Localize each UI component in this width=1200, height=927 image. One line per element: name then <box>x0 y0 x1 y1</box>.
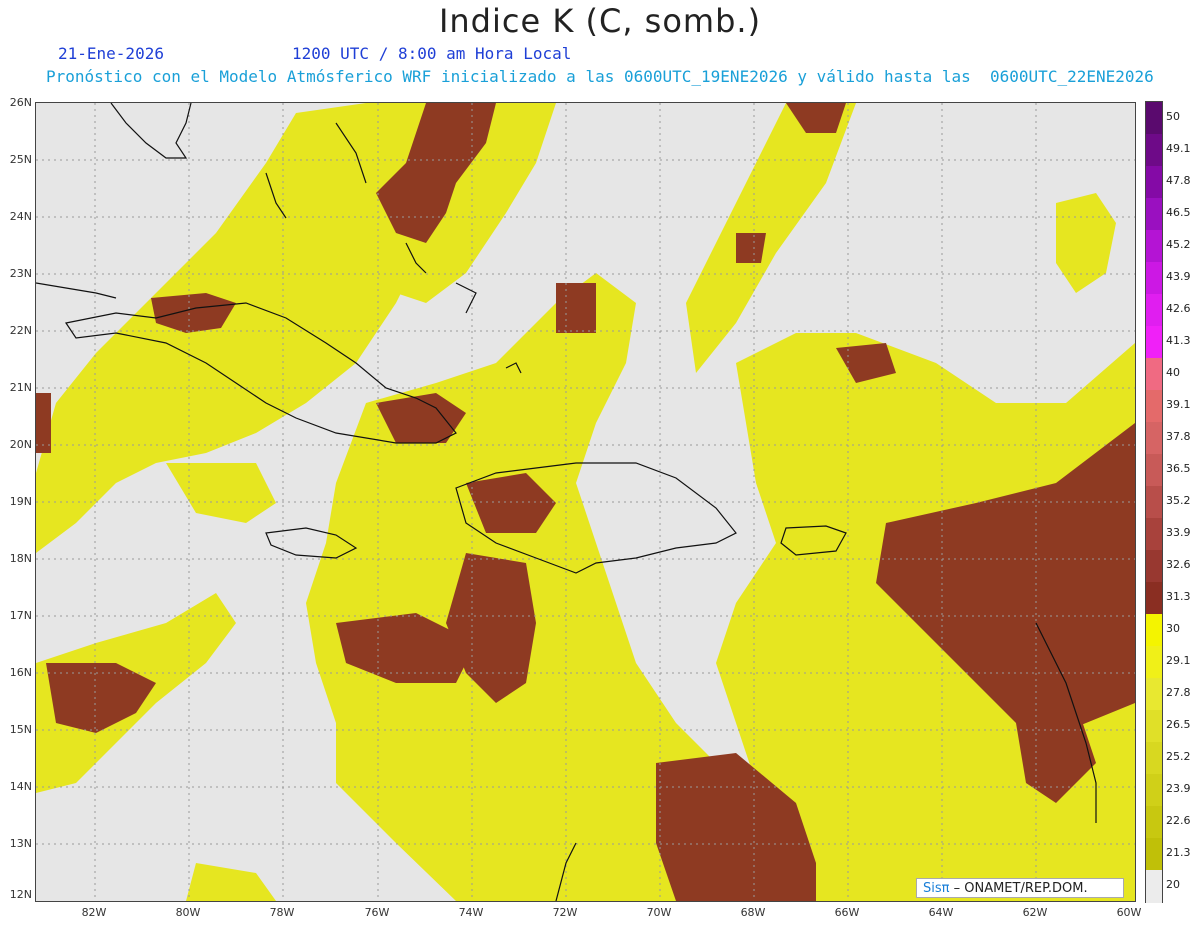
credit-box: Sisπ – ONAMET/REP.DOM. <box>916 878 1124 898</box>
colorbar-segment <box>1146 806 1162 839</box>
lon-label: 76W <box>364 906 390 919</box>
field-sw-south <box>186 863 276 901</box>
colorbar-segment <box>1146 486 1162 519</box>
forecast-date: 21-Ene-2026 <box>58 44 164 63</box>
colorbar-label: 22.6 <box>1166 814 1191 827</box>
field-west-islands <box>166 463 276 523</box>
lon-label: 68W <box>740 906 766 919</box>
lat-label: 20N <box>9 438 32 451</box>
colorbar-segment <box>1146 390 1162 423</box>
colorbar-segment <box>1146 582 1162 615</box>
lat-label: 25N <box>9 153 32 166</box>
map-frame <box>35 102 1136 902</box>
forecast-description: Pronóstico con el Modelo Atmósferico WRF… <box>46 67 1154 86</box>
lat-label: 15N <box>9 723 32 736</box>
colorbar-label: 46.5 <box>1166 206 1191 219</box>
colorbar-segment <box>1146 774 1162 807</box>
colorbar-segment <box>1146 422 1162 455</box>
yellow-fields <box>36 103 1135 901</box>
colorbar-label: 26.5 <box>1166 718 1191 731</box>
lon-label: 80W <box>175 906 201 919</box>
cell-cuba-south <box>556 283 596 333</box>
lat-label: 18N <box>9 552 32 565</box>
coast-florida <box>110 103 192 159</box>
lat-label: 14N <box>9 780 32 793</box>
colorbar-label: 39.1 <box>1166 398 1191 411</box>
colorbar-label: 37.8 <box>1166 430 1191 443</box>
colorbar-label: 40 <box>1166 366 1180 379</box>
colorbar-label: 41.3 <box>1166 334 1191 347</box>
colorbar-segment <box>1146 358 1162 391</box>
colorbar <box>1145 101 1163 903</box>
colorbar-label: 29.1 <box>1166 654 1191 667</box>
colorbar-segment <box>1146 742 1162 775</box>
lon-label: 66W <box>834 906 860 919</box>
lon-label: 62W <box>1022 906 1048 919</box>
colorbar-segment <box>1146 838 1162 871</box>
lon-label: 82W <box>81 906 107 919</box>
colorbar-segment <box>1146 230 1162 263</box>
colorbar-segment <box>1146 646 1162 679</box>
colorbar-label: 47.8 <box>1166 174 1191 187</box>
coast-yucatan <box>36 282 117 299</box>
lat-label: 19N <box>9 495 32 508</box>
colorbar-segment <box>1146 166 1162 199</box>
colorbar-segment <box>1146 870 1162 903</box>
colorbar-segment <box>1146 102 1162 135</box>
credit-sis: Sisπ <box>923 881 950 896</box>
field-ne-corner <box>1056 193 1116 293</box>
lat-label: 23N <box>9 267 32 280</box>
colorbar-label: 27.8 <box>1166 686 1191 699</box>
lat-label: 21N <box>9 381 32 394</box>
lat-label: 16N <box>9 666 32 679</box>
colorbar-segment <box>1146 518 1162 551</box>
lat-label: 26N <box>9 96 32 109</box>
colorbar-segment <box>1146 550 1162 583</box>
cell-west-edge <box>36 393 51 453</box>
lon-label: 60W <box>1116 906 1142 919</box>
colorbar-label: 45.2 <box>1166 238 1191 251</box>
colorbar-label: 23.9 <box>1166 782 1191 795</box>
colorbar-segment <box>1146 134 1162 167</box>
colorbar-segment <box>1146 326 1162 359</box>
colorbar-label: 33.9 <box>1166 526 1191 539</box>
colorbar-segment <box>1146 198 1162 231</box>
colorbar-segment <box>1146 262 1162 295</box>
lat-label: 22N <box>9 324 32 337</box>
colorbar-label: 49.1 <box>1166 142 1191 155</box>
k-index-map <box>36 103 1135 901</box>
colorbar-label: 25.2 <box>1166 750 1191 763</box>
lon-label: 78W <box>269 906 295 919</box>
colorbar-segment <box>1146 678 1162 711</box>
colorbar-segment <box>1146 614 1162 647</box>
colorbar-segment <box>1146 454 1162 487</box>
field-northeast-band <box>686 103 856 373</box>
colorbar-label: 31.3 <box>1166 590 1191 603</box>
colorbar-label: 21.3 <box>1166 846 1191 859</box>
lat-label: 17N <box>9 609 32 622</box>
colorbar-label: 43.9 <box>1166 270 1191 283</box>
lon-label: 72W <box>552 906 578 919</box>
colorbar-segment <box>1146 710 1162 743</box>
colorbar-segment <box>1146 294 1162 327</box>
colorbar-label: 50 <box>1166 110 1180 123</box>
lat-label: 12N <box>9 888 32 901</box>
colorbar-label: 36.5 <box>1166 462 1191 475</box>
map-title: Indice K (C, somb.) <box>438 2 762 40</box>
colorbar-label: 32.6 <box>1166 558 1191 571</box>
lat-label: 13N <box>9 837 32 850</box>
colorbar-label: 20 <box>1166 878 1180 891</box>
lon-label: 74W <box>458 906 484 919</box>
colorbar-label: 35.2 <box>1166 494 1191 507</box>
colorbar-label: 30 <box>1166 622 1180 635</box>
colorbar-label: 42.6 <box>1166 302 1191 315</box>
credit-org: – ONAMET/REP.DOM. <box>949 881 1088 896</box>
cell-ne-band-b <box>736 233 766 263</box>
coast-bahamas-d <box>455 282 477 314</box>
forecast-time: 1200 UTC / 8:00 am Hora Local <box>292 44 572 63</box>
lon-label: 70W <box>646 906 672 919</box>
lat-label: 24N <box>9 210 32 223</box>
lon-label: 64W <box>928 906 954 919</box>
